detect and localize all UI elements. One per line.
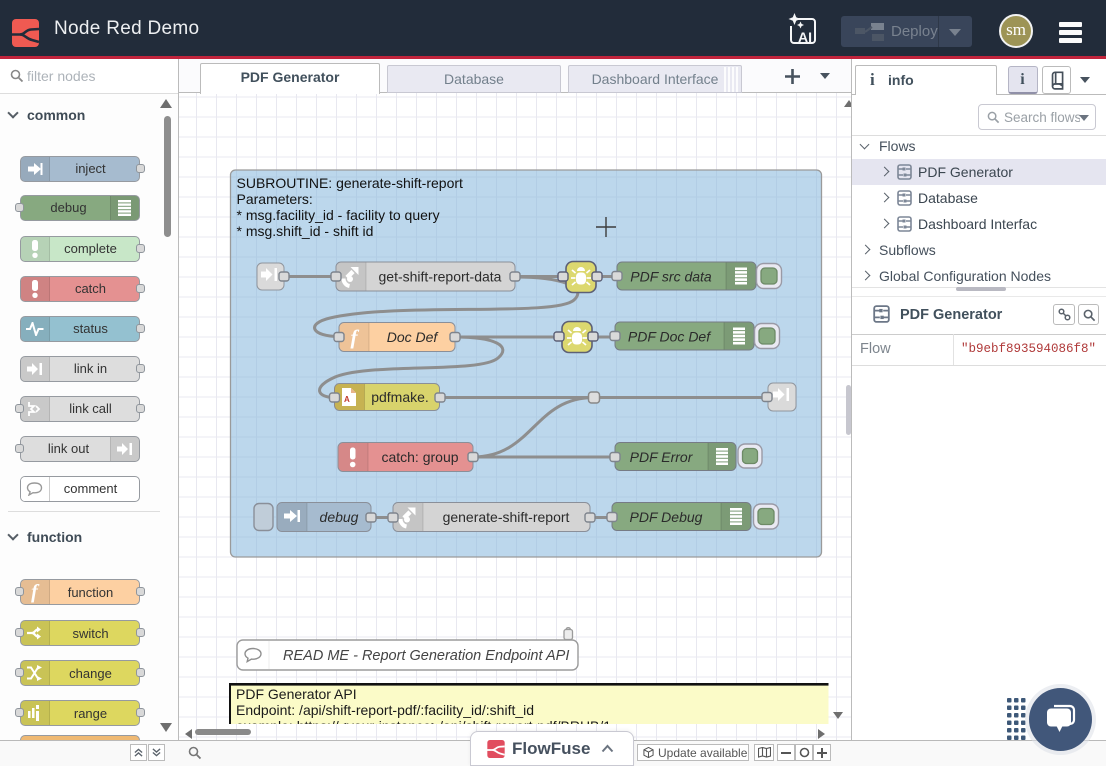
svg-text:* msg.shift_id - shift id: * msg.shift_id - shift id	[237, 223, 374, 239]
svg-text:AI: AI	[798, 29, 812, 45]
svg-text:get-shift-report-data: get-shift-report-data	[379, 269, 502, 285]
svg-text:Endpoint: /api/shift-report-pd: Endpoint: /api/shift-report-pdf/:facilit…	[236, 702, 534, 718]
svg-text:Parameters:: Parameters:	[237, 191, 313, 207]
svg-text:READ ME - Report Generation En: READ ME - Report Generation Endpoint API	[283, 648, 569, 664]
svg-text:PDF Error: PDF Error	[630, 449, 694, 465]
svg-text:PDF Debug: PDF Debug	[630, 509, 703, 525]
svg-text:A: A	[344, 395, 350, 404]
svg-text:PDF Generator API: PDF Generator API	[236, 686, 357, 702]
svg-text:debug: debug	[320, 509, 359, 525]
svg-text:PDF Doc Def: PDF Doc Def	[628, 329, 712, 345]
svg-text:Doc Def: Doc Def	[387, 329, 440, 345]
svg-text:generate-shift-report: generate-shift-report	[443, 509, 570, 525]
svg-text:PDF src data: PDF src data	[630, 269, 712, 285]
svg-text:pdfmake.: pdfmake.	[371, 389, 429, 405]
svg-text:* msg.facility_id - facility t: * msg.facility_id - facility to query	[237, 207, 440, 223]
svg-text:catch: group: catch: group	[381, 449, 458, 465]
svg-text:SUBROUTINE: generate-shift-rep: SUBROUTINE: generate-shift-report	[237, 175, 464, 191]
